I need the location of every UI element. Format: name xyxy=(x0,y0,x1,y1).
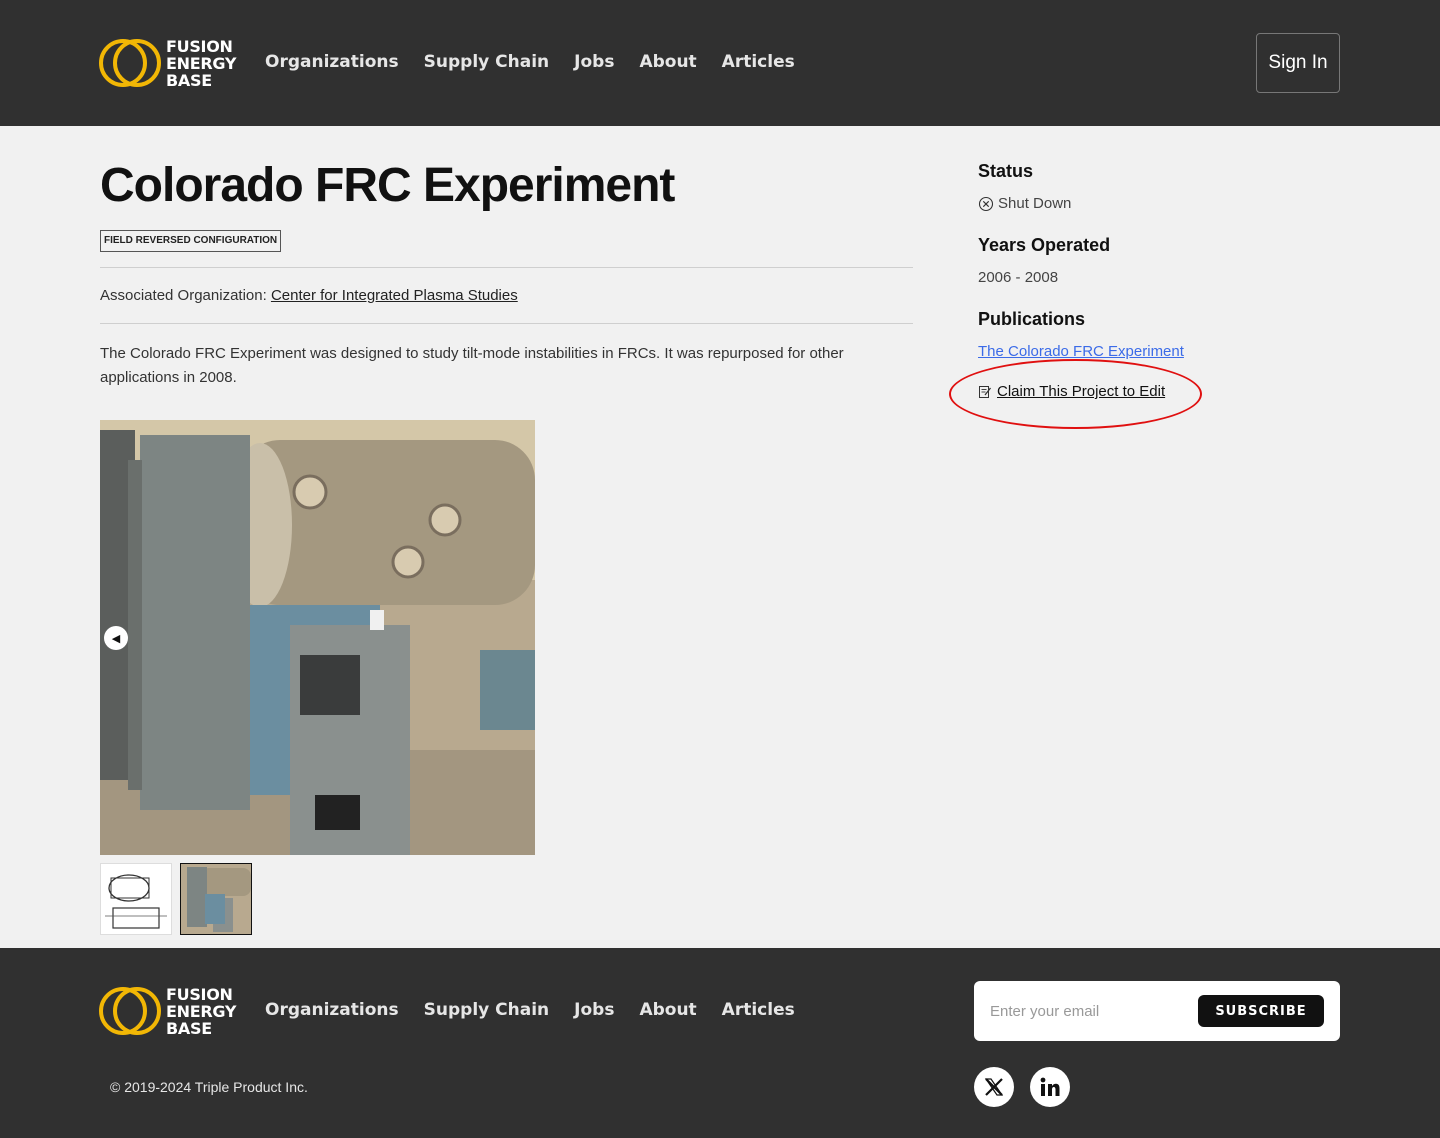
nav-supply-chain[interactable]: Supply Chain xyxy=(424,52,550,72)
copyright: © 2019-2024 Triple Product Inc. xyxy=(110,1079,308,1095)
fusion-rings-icon xyxy=(99,39,161,87)
concept-tag[interactable]: FIELD REVERSED CONFIGURATION xyxy=(100,230,282,252)
diagram-thumbnail-image xyxy=(101,864,171,934)
nav-organizations[interactable]: Organizations xyxy=(265,52,399,72)
brand-wordmark: FUSION ENERGY BASE xyxy=(166,984,237,1038)
footer-nav-supply-chain[interactable]: Supply Chain xyxy=(424,1000,550,1020)
email-input[interactable] xyxy=(990,1000,1190,1022)
chevron-left-icon: ◀ xyxy=(111,632,121,645)
associated-organization: Associated Organization: Center for Inte… xyxy=(100,287,518,304)
experiment-photo xyxy=(100,420,535,855)
nav-about[interactable]: About xyxy=(639,52,696,72)
subscribe-button[interactable]: SUBSCRIBE xyxy=(1198,995,1324,1027)
page-title: Colorado FRC Experiment xyxy=(100,159,675,212)
footer-nav-articles[interactable]: Articles xyxy=(722,1000,795,1020)
photo-thumbnail-image xyxy=(181,864,251,934)
publications-heading: Publications xyxy=(978,309,1086,329)
gallery-thumbnail[interactable] xyxy=(100,863,172,935)
status-value: Shut Down xyxy=(978,195,1071,212)
footer-nav-jobs[interactable]: Jobs xyxy=(574,1000,614,1020)
brand-wordmark: FUSION ENERGY BASE xyxy=(166,36,237,90)
years-heading: Years Operated xyxy=(978,235,1111,255)
status-text: Shut Down xyxy=(998,195,1072,212)
assoc-org-link[interactable]: Center for Integrated Plasma Studies xyxy=(271,287,518,304)
main-nav: Organizations Supply Chain Jobs About Ar… xyxy=(265,52,795,72)
footer-nav-organizations[interactable]: Organizations xyxy=(265,1000,399,1020)
project-description: The Colorado FRC Experiment was designed… xyxy=(100,345,844,386)
footer-nav-about[interactable]: About xyxy=(639,1000,696,1020)
years-value: 2006 - 2008 xyxy=(978,269,1059,286)
assoc-label: Associated Organization: xyxy=(100,287,267,304)
gallery-thumbnail-selected[interactable] xyxy=(180,863,252,935)
nav-articles[interactable]: Articles xyxy=(722,52,795,72)
divider xyxy=(100,323,913,324)
divider xyxy=(100,267,913,268)
footer xyxy=(0,948,1440,1138)
linkedin-icon xyxy=(1040,1077,1060,1096)
nav-jobs[interactable]: Jobs xyxy=(574,52,614,72)
fusion-rings-icon xyxy=(99,987,161,1035)
gallery-prev-button[interactable]: ◀ xyxy=(104,626,128,650)
circle-x-icon xyxy=(978,196,994,211)
gallery-main-image xyxy=(100,420,535,855)
x-social-button[interactable] xyxy=(974,1067,1014,1107)
x-icon xyxy=(984,1078,1004,1096)
sign-in-button[interactable]: Sign In xyxy=(1256,33,1340,93)
brand-logo[interactable]: FUSION ENERGY BASE xyxy=(98,37,236,89)
status-heading: Status xyxy=(978,161,1034,181)
footer-nav: Organizations Supply Chain Jobs About Ar… xyxy=(265,1000,795,1020)
linkedin-social-button[interactable] xyxy=(1030,1067,1070,1107)
footer-brand-logo[interactable]: FUSION ENERGY BASE xyxy=(98,985,236,1037)
annotation-ellipse xyxy=(949,359,1202,429)
publication-link[interactable]: The Colorado FRC Experiment xyxy=(978,343,1184,360)
